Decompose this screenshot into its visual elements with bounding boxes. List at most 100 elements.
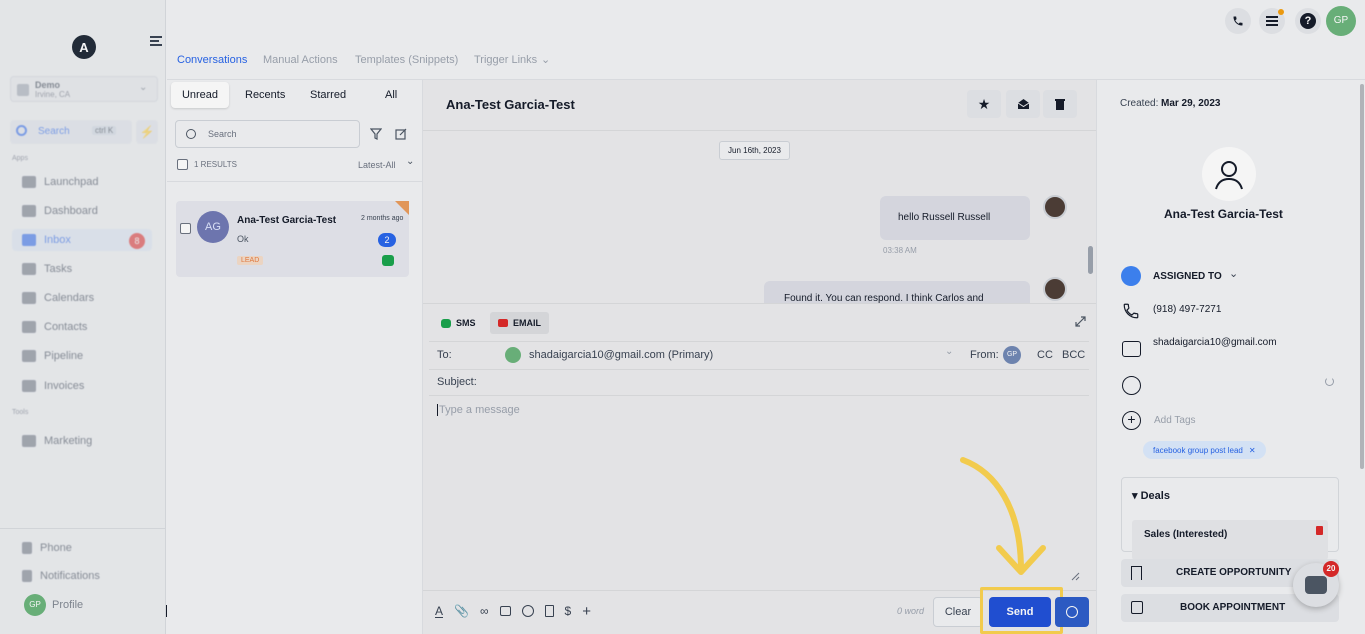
delete-button[interactable] bbox=[1043, 90, 1077, 118]
message-text: Found it. You can respond. I think Carlo… bbox=[784, 293, 984, 303]
subject-label: Subject: bbox=[437, 376, 477, 388]
assigned-to-dropdown[interactable]: ASSIGNED TO bbox=[1153, 271, 1222, 282]
tab-templates[interactable]: Templates (Snippets) bbox=[355, 54, 458, 66]
contact-email[interactable]: shadaigarcia10@gmail.com bbox=[1153, 337, 1277, 348]
link-icon[interactable]: ∞ bbox=[480, 604, 489, 618]
filter-starred[interactable]: Starred bbox=[310, 89, 346, 101]
clear-button[interactable]: Clear bbox=[933, 597, 983, 627]
tasks-list-button[interactable] bbox=[1259, 8, 1285, 34]
tab-conversations[interactable]: Conversations bbox=[177, 54, 247, 66]
filter-icon[interactable] bbox=[370, 128, 382, 140]
add-tag-icon[interactable]: + bbox=[1122, 411, 1141, 430]
filter-all[interactable]: All bbox=[385, 89, 397, 101]
chevron-down-icon: ⌄ bbox=[541, 54, 551, 66]
sidebar-item-label: Notifications bbox=[40, 570, 100, 582]
search-icon bbox=[16, 125, 27, 136]
phone-icon bbox=[22, 542, 32, 554]
from-avatar[interactable]: GP bbox=[1003, 346, 1021, 364]
message-text: hello Russell Russell bbox=[898, 212, 991, 223]
conversation-search-placeholder: Search bbox=[208, 129, 237, 139]
sidebar-search[interactable]: Search ctrl K bbox=[10, 120, 132, 144]
star-button[interactable]: ★ bbox=[967, 90, 1001, 118]
location-switcher[interactable]: Demo Irvine, CA ⌄ bbox=[10, 76, 158, 102]
sidebar-item-tasks[interactable]: Tasks bbox=[22, 263, 72, 275]
user-avatar[interactable]: GP bbox=[1326, 6, 1356, 36]
lightning-button[interactable]: ⚡ bbox=[136, 120, 158, 144]
select-all-checkbox[interactable] bbox=[177, 159, 188, 170]
trash-icon bbox=[1055, 99, 1065, 110]
contact-phone[interactable]: (918) 497-7271 bbox=[1153, 304, 1221, 315]
sidebar-item-launchpad[interactable]: Launchpad bbox=[22, 176, 98, 188]
sidebar-item-contacts[interactable]: Contacts bbox=[22, 321, 87, 333]
message-scrollbar[interactable] bbox=[1088, 246, 1093, 274]
sender-avatar bbox=[1043, 195, 1067, 219]
conversation-checkbox[interactable] bbox=[180, 223, 191, 234]
filter-unread[interactable]: Unread bbox=[171, 82, 229, 108]
attachment-icon[interactable]: 📎 bbox=[454, 604, 469, 618]
send-button[interactable]: Send bbox=[989, 597, 1051, 627]
date-chip: Jun 16th, 2023 bbox=[719, 141, 790, 160]
bcc-button[interactable]: BCC bbox=[1062, 349, 1085, 361]
add-icon[interactable]: + bbox=[582, 603, 591, 620]
deals-toggle[interactable]: ▾ Deals bbox=[1132, 489, 1170, 502]
sidebar-item-notifications[interactable]: Notifications bbox=[22, 570, 100, 582]
phone-icon bbox=[1122, 302, 1140, 320]
text-format-icon[interactable]: A bbox=[435, 605, 444, 618]
contacts-icon bbox=[22, 321, 36, 333]
from-label: From: bbox=[970, 349, 999, 361]
sidebar-search-label: Search bbox=[38, 126, 70, 137]
assigned-user-icon bbox=[1121, 266, 1141, 286]
sms-icon bbox=[441, 318, 451, 328]
schedule-send-button[interactable] bbox=[1055, 597, 1089, 627]
to-field[interactable]: shadaigarcia10@gmail.com (Primary) ⌄ bbox=[503, 344, 958, 366]
main-tabs: Conversations Manual Actions Templates (… bbox=[167, 42, 1365, 80]
sidebar-item-marketing[interactable]: Marketing bbox=[22, 435, 92, 447]
delete-deal-icon[interactable] bbox=[1316, 526, 1323, 535]
sidebar-item-pipeline[interactable]: Pipeline bbox=[22, 350, 83, 362]
sidebar-item-invoices[interactable]: Invoices bbox=[22, 380, 84, 392]
remove-tag-icon[interactable]: ✕ bbox=[1249, 446, 1256, 455]
conversation-item[interactable]: AG Ana-Test Garcia-Test 2 months ago Ok … bbox=[176, 201, 409, 277]
calendar-icon bbox=[1131, 601, 1143, 614]
sidebar-item-calendars[interactable]: Calendars bbox=[22, 292, 94, 304]
tab-manual-actions[interactable]: Manual Actions bbox=[263, 54, 338, 66]
chevron-down-icon: ⌄ bbox=[945, 346, 954, 357]
results-count: 1 RESULTS bbox=[194, 160, 237, 169]
conversation-search[interactable]: Search bbox=[175, 120, 360, 148]
sidebar-item-label: Profile bbox=[52, 599, 84, 611]
notification-dot bbox=[1278, 9, 1284, 15]
phone-button[interactable] bbox=[1225, 8, 1251, 34]
resize-handle-icon[interactable] bbox=[1071, 572, 1080, 581]
sidebar-item-dashboard[interactable]: Dashboard bbox=[22, 205, 98, 217]
loading-spinner-icon bbox=[1325, 377, 1334, 386]
payment-icon[interactable]: $ bbox=[565, 604, 572, 618]
image-icon[interactable] bbox=[499, 606, 511, 616]
sidebar-item-profile[interactable]: GP Profile bbox=[24, 594, 83, 616]
create-opportunity-label: CREATE OPPORTUNITY bbox=[1176, 567, 1292, 578]
cc-button[interactable]: CC bbox=[1037, 349, 1053, 361]
channel-email[interactable]: EMAIL bbox=[490, 312, 549, 334]
filter-recents[interactable]: Recents bbox=[245, 89, 285, 101]
conversation-list: Unread Recents Starred All Search 1 RESU… bbox=[167, 80, 423, 634]
channel-label: SMS bbox=[456, 318, 476, 328]
mark-read-button[interactable] bbox=[1006, 90, 1040, 118]
expand-composer-icon[interactable] bbox=[1075, 316, 1086, 327]
composer-toolbar: A 📎 ∞ $ + bbox=[435, 603, 591, 620]
sidebar-item-phone[interactable]: Phone bbox=[22, 542, 72, 554]
emoji-icon[interactable] bbox=[521, 605, 534, 617]
tab-trigger-links[interactable]: Trigger Links bbox=[474, 54, 537, 66]
collapse-sidebar-icon[interactable] bbox=[150, 36, 162, 46]
add-tags-input[interactable]: Add Tags bbox=[1154, 415, 1196, 426]
book-appointment-label: BOOK APPOINTMENT bbox=[1180, 602, 1286, 613]
chevron-down-icon: ⌄ bbox=[1229, 268, 1239, 280]
deal-card[interactable]: Sales (Interested) bbox=[1132, 520, 1328, 560]
right-panel-scrollbar[interactable] bbox=[1360, 84, 1364, 469]
location-sub: Irvine, CA bbox=[35, 90, 71, 99]
compose-icon[interactable] bbox=[395, 128, 407, 140]
help-button[interactable]: ? bbox=[1295, 8, 1321, 34]
deals-label: Deals bbox=[1140, 490, 1170, 502]
sort-dropdown[interactable]: Latest-All bbox=[358, 160, 396, 170]
channel-sms[interactable]: SMS bbox=[433, 312, 484, 334]
document-icon[interactable] bbox=[544, 605, 554, 617]
subject-input[interactable] bbox=[487, 372, 1087, 394]
